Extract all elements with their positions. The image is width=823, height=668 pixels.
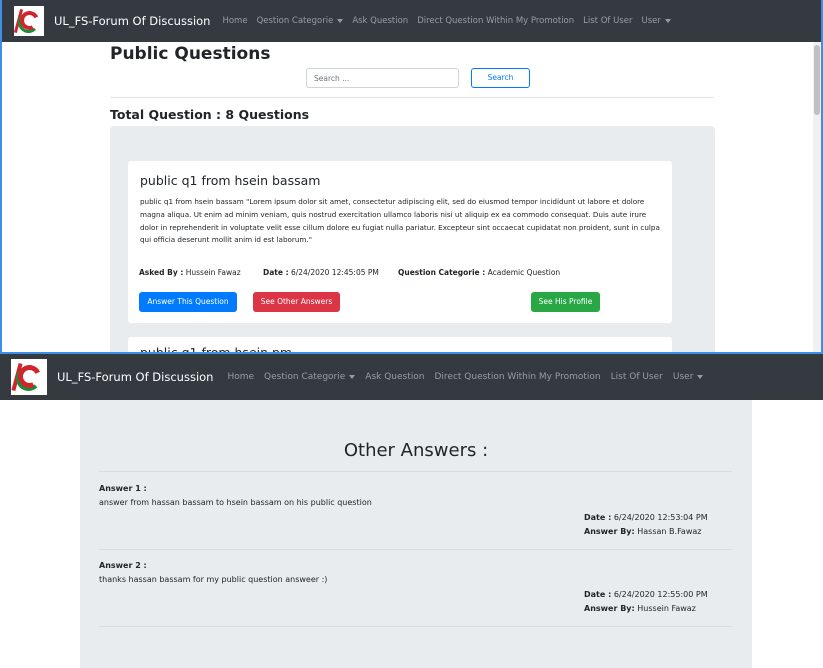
nav-question-categorie[interactable]: Qestion Categorie [257, 16, 344, 26]
chevron-down-icon [337, 18, 344, 23]
asked-by: Asked By : Hussein Fawaz [139, 268, 241, 277]
question-category-label: Question Categorie : [398, 268, 486, 277]
nav-user[interactable]: User [641, 16, 671, 26]
question-date: Date : 6/24/2020 12:45:05 PM [263, 268, 379, 277]
nav-question-categorie[interactable]: Qestion Categorie [264, 372, 356, 382]
answer-date-label: Date : [584, 513, 612, 522]
scrollbar-thumb[interactable] [814, 45, 820, 115]
nav-user-label: User [672, 372, 694, 382]
question-category-value: Academic Question [487, 268, 561, 277]
ul-logo-icon[interactable] [13, 6, 44, 36]
chevron-down-icon [697, 374, 704, 379]
question-title: public q1 from hsein bassam [140, 173, 321, 188]
divider [99, 549, 732, 550]
search-input[interactable]: Search ... [306, 68, 459, 88]
nav-direct-question[interactable]: Direct Question Within My Promotion [417, 16, 574, 26]
see-profile-button[interactable]: See His Profile [531, 292, 600, 312]
answer-by-label: Answer By: [584, 527, 635, 536]
answer-by-label: Answer By: [584, 604, 635, 613]
answer-by: Answer By: Hussein Fawaz [584, 604, 696, 613]
nav-question-categorie-label: Qestion Categorie [264, 372, 346, 382]
answer-date: Date : 6/24/2020 12:53:04 PM [584, 513, 708, 522]
answer-label: Answer 2 : [99, 561, 147, 570]
composite-screenshot: UL_FS-Forum Of Discussion Home Qestion C… [0, 0, 823, 668]
question-date-label: Date : [263, 268, 289, 277]
nav-ask-question[interactable]: Ask Question [365, 372, 424, 382]
nav-direct-question[interactable]: Direct Question Within My Promotion [434, 372, 600, 382]
divider [110, 97, 714, 98]
navbar: UL_FS-Forum Of Discussion Home Qestion C… [0, 354, 823, 400]
nav-home[interactable]: Home [222, 16, 247, 26]
page-title: Public Questions [110, 44, 271, 64]
answer-by-value: Hussein Fawaz [637, 604, 696, 613]
chevron-down-icon [349, 374, 356, 379]
nav-user[interactable]: User [673, 372, 704, 382]
navbar-brand[interactable]: UL_FS-Forum Of Discussion [57, 370, 213, 384]
see-other-answers-button[interactable]: See Other Answers [253, 292, 340, 312]
navbar-brand[interactable]: UL_FS-Forum Of Discussion [54, 14, 210, 28]
question-date-value: 6/24/2020 12:45:05 PM [290, 268, 379, 277]
answer-date-label: Date : [584, 590, 612, 599]
answer-date-value: 6/24/2020 12:53:04 PM [613, 513, 708, 522]
nav-ask-question[interactable]: Ask Question [352, 16, 408, 26]
answer-date-value: 6/24/2020 12:55:00 PM [613, 590, 708, 599]
divider [99, 471, 732, 472]
ul-logo-icon[interactable] [11, 359, 47, 395]
nav-list-of-user[interactable]: List Of User [583, 16, 632, 26]
nav-home[interactable]: Home [227, 372, 254, 382]
answer-by: Answer By: Hassan B.Fawaz [584, 527, 701, 536]
total-questions: Total Question : 8 Questions [110, 107, 310, 122]
nav-question-categorie-label: Qestion Categorie [256, 16, 334, 26]
navbar: UL_FS-Forum Of Discussion Home Qestion C… [2, 0, 821, 42]
answer-text: thanks hassan bassam for my public quest… [99, 575, 328, 584]
divider [99, 626, 732, 627]
scrollbar[interactable] [813, 42, 821, 352]
question-body: public q1 from hsein bassam "Lorem ipsum… [140, 197, 660, 245]
public-questions-window: UL_FS-Forum Of Discussion Home Qestion C… [0, 0, 823, 354]
nav-list-of-user[interactable]: List Of User [611, 372, 663, 382]
answer-by-value: Hassan B.Fawaz [637, 527, 702, 536]
question-title: public q1 from hsein pm [140, 345, 293, 354]
answer-text: answer from hassan bassam to hsein bassa… [99, 498, 372, 507]
other-answers-window: UL_FS-Forum Of Discussion Home Qestion C… [0, 354, 823, 668]
answer-label: Answer 1 : [99, 484, 147, 493]
answer-question-button[interactable]: Answer This Question [139, 292, 237, 312]
question-category: Question Categorie : Academic Question [398, 268, 560, 277]
search-button[interactable]: Search [471, 68, 530, 88]
asked-by-label: Asked By : [139, 268, 184, 277]
asked-by-value: Hussein Fawaz [185, 268, 241, 277]
answers-title: Other Answers : [343, 440, 489, 461]
answer-date: Date : 6/24/2020 12:55:00 PM [584, 590, 708, 599]
chevron-down-icon [664, 18, 671, 23]
nav-user-label: User [641, 16, 661, 26]
